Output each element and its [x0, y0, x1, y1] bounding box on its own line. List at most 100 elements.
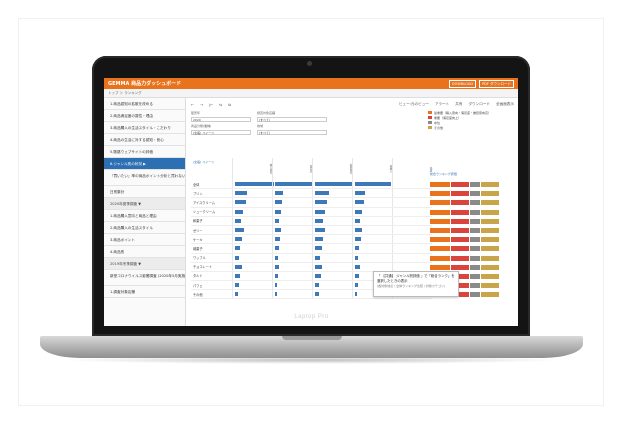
sidebar-item[interactable]: 3.商品ポイント	[104, 234, 185, 246]
ranking-cell[interactable]	[451, 255, 469, 261]
matrix-cell[interactable]	[312, 225, 352, 235]
sidebar-item[interactable]: 4.商品別	[104, 246, 185, 258]
refresh-icon[interactable]: ⇆	[219, 103, 222, 107]
sidebar-item[interactable]: 3.商品購入の生活スタイル・こだわり	[104, 122, 185, 134]
view-button[interactable]: ビュー:元のビュー	[399, 102, 429, 107]
sidebar-item[interactable]: 4.商品の生活に対する認知・良心	[104, 134, 185, 146]
matrix-cell[interactable]	[352, 235, 392, 244]
filter-store-select[interactable]: (すべて)	[257, 117, 327, 122]
matrix-cell[interactable]	[352, 198, 392, 207]
matrix-cell[interactable]	[232, 253, 272, 262]
ranking-cell[interactable]	[451, 209, 469, 215]
ranking-cell[interactable]	[481, 237, 499, 243]
ranking-cell[interactable]	[451, 182, 469, 188]
sidebar-item[interactable]: 2.商品購入の生活スタイル	[104, 222, 185, 234]
ranking-cell[interactable]	[430, 237, 450, 243]
matrix-cell[interactable]	[312, 253, 352, 262]
sidebar-item[interactable]: 2.商品満足度の属性・理由	[104, 110, 185, 122]
matrix-cell[interactable]	[272, 225, 312, 235]
matrix-cell[interactable]	[272, 281, 312, 290]
filter-region-select[interactable]: (すべて)	[257, 130, 327, 135]
matrix-cell[interactable]	[232, 198, 272, 207]
matrix-cell[interactable]	[312, 281, 352, 290]
breadcrumb[interactable]: トップ ＞ ランキング	[104, 89, 518, 98]
matrix-cell[interactable]	[352, 253, 392, 262]
ranking-cell[interactable]	[470, 182, 480, 188]
ranking-cell[interactable]	[470, 273, 480, 279]
ranking-cell[interactable]	[470, 228, 480, 234]
ranking-cell[interactable]	[481, 255, 499, 261]
ranking-cell[interactable]	[451, 246, 469, 252]
ranking-cell[interactable]	[481, 292, 499, 298]
matrix-cell[interactable]	[272, 180, 312, 189]
matrix-cell[interactable]	[312, 244, 352, 253]
matrix-cell[interactable]	[392, 235, 432, 244]
ranking-cell[interactable]	[481, 283, 499, 289]
ranking-cell[interactable]	[470, 200, 480, 206]
ranking-cell[interactable]	[470, 292, 480, 298]
matrix-column-header[interactable]: 推奨意向	[312, 158, 352, 180]
matrix-cell[interactable]	[352, 216, 392, 225]
ranking-cell[interactable]	[470, 255, 480, 261]
matrix-cell[interactable]	[272, 244, 312, 253]
ranking-cell[interactable]	[470, 218, 480, 224]
matrix-cell[interactable]	[232, 244, 272, 253]
matrix-cell[interactable]	[352, 271, 392, 281]
matrix-cell[interactable]	[392, 225, 432, 235]
ranking-cell[interactable]	[430, 191, 450, 197]
filter-category-select[interactable]: (全般) スイーツ	[191, 130, 251, 135]
sidebar-item[interactable]: 6.ジャンル別の状況 ▶	[104, 158, 185, 170]
matrix-cell[interactable]	[352, 189, 392, 198]
ranking-cell[interactable]	[470, 283, 480, 289]
matrix-cell[interactable]	[392, 207, 432, 216]
matrix-cell[interactable]	[232, 271, 272, 281]
matrix-cell[interactable]	[272, 207, 312, 216]
ranking-cell[interactable]	[481, 191, 499, 197]
matrix-cell[interactable]	[352, 207, 392, 216]
matrix-cell[interactable]	[392, 281, 432, 290]
ranking-cell[interactable]	[451, 218, 469, 224]
matrix-cell[interactable]	[312, 198, 352, 207]
ranking-cell[interactable]	[470, 209, 480, 215]
matrix-cell[interactable]	[392, 262, 432, 271]
ranking-cell[interactable]	[451, 191, 469, 197]
ranking-cell[interactable]	[451, 264, 469, 270]
ranking-cell[interactable]	[451, 283, 469, 289]
matrix-cell[interactable]	[272, 189, 312, 198]
matrix-cell[interactable]	[312, 235, 352, 244]
ranking-cell[interactable]	[430, 228, 450, 234]
ranking-cell[interactable]	[481, 264, 499, 270]
sidebar-item[interactable]: 1.商品購入意向と商品と理由	[104, 210, 185, 222]
ranking-cell[interactable]	[481, 218, 499, 224]
ranking-cell[interactable]	[470, 264, 480, 270]
matrix-cell[interactable]	[352, 290, 392, 299]
matrix-cell[interactable]	[392, 271, 432, 281]
ranking-cell[interactable]	[430, 209, 450, 215]
matrix-column-header[interactable]: 満足度	[272, 158, 312, 180]
matrix-cell[interactable]	[272, 216, 312, 225]
sidebar-item[interactable]: 新型コロナウイルス影響調査 (2020年5月実施)	[104, 270, 185, 286]
matrix-cell[interactable]	[312, 207, 352, 216]
matrix-cell[interactable]	[312, 271, 352, 281]
ranking-cell[interactable]	[481, 209, 499, 215]
matrix-cell[interactable]	[312, 180, 353, 189]
sidebar-item[interactable]: 1.調査対象店舗	[104, 286, 185, 298]
ranking-cell[interactable]	[451, 237, 469, 243]
matrix-cell[interactable]	[232, 225, 272, 235]
matrix-cell[interactable]	[272, 290, 312, 299]
matrix-cell[interactable]	[392, 180, 432, 189]
filter-year-select[interactable]: 2020	[191, 117, 251, 122]
matrix-cell[interactable]	[272, 262, 312, 271]
matrix-cell[interactable]	[392, 244, 432, 253]
ranking-cell[interactable]	[481, 200, 499, 206]
matrix-cell[interactable]	[352, 225, 392, 235]
alert-button[interactable]: アラート	[435, 102, 449, 107]
ranking-cell[interactable]	[470, 246, 480, 252]
matrix-cell[interactable]	[232, 235, 272, 244]
matrix-cell[interactable]	[232, 281, 272, 290]
sidebar-item[interactable]: 『買いたい』率の商品ポイント分析と買わない理由のポイント	[104, 170, 185, 186]
sidebar-section-header[interactable]: 2019年冬季調査 ▼	[104, 258, 185, 270]
matrix-cell[interactable]	[392, 290, 432, 299]
ranking-cell[interactable]	[470, 237, 480, 243]
ranking-cell[interactable]	[481, 246, 499, 252]
